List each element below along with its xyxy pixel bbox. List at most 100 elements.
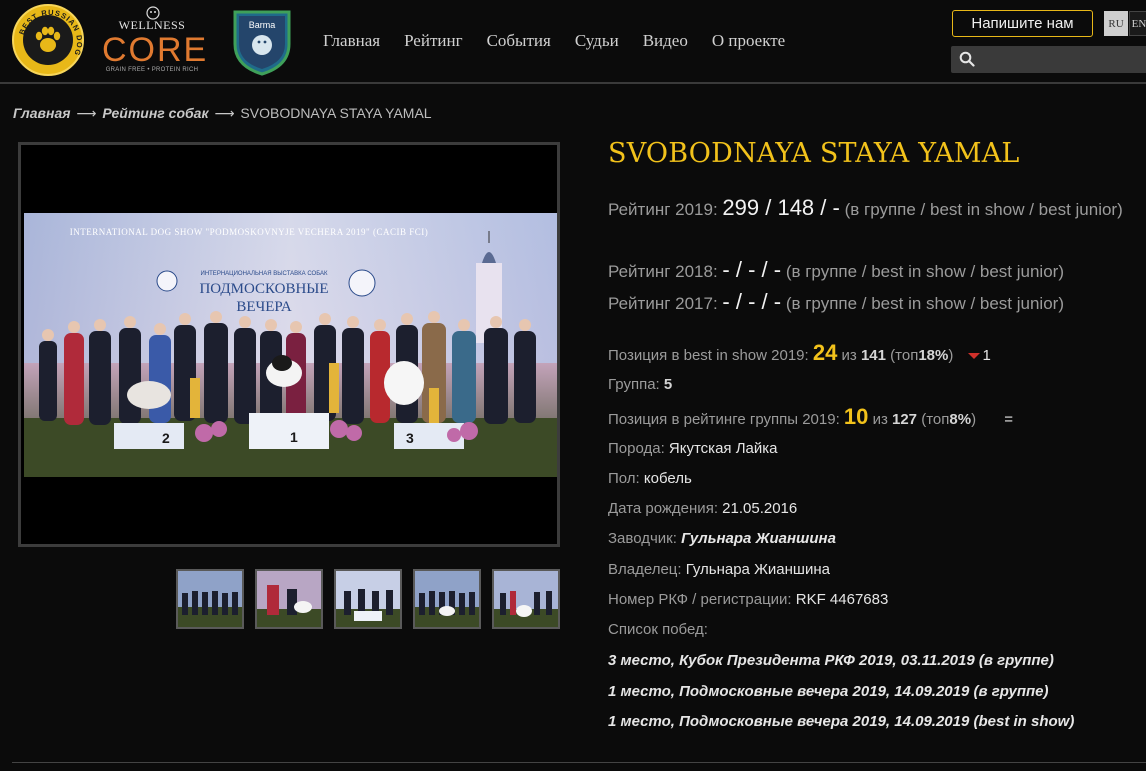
nav-home[interactable]: Главная <box>323 31 380 51</box>
owner-row: Владелец: Гульнара Жианшина <box>608 560 1138 580</box>
contact-button[interactable]: Напишите нам <box>952 10 1093 37</box>
site-header: BEST RUSSIAN DOG WELLNESS CORE GRAIN FRE… <box>0 0 1146 84</box>
main-photo-frame[interactable]: INTERNATIONAL DOG SHOW "PODMOSKOVNYJE VE… <box>18 142 560 547</box>
banner-en-text: INTERNATIONAL DOG SHOW "PODMOSKOVNYJE VE… <box>70 227 428 237</box>
thumbnail[interactable] <box>492 569 560 629</box>
breeder-row: Заводчик: Гульнара Жианшина <box>608 529 1138 549</box>
win-item[interactable]: 3 место, Кубок Президента РКФ 2019, 03.1… <box>608 651 1138 671</box>
bis-top-close: ) <box>948 347 954 364</box>
group-of: из <box>872 411 888 428</box>
bis-position: Позиция в best in show 2019: 24 из 141 (… <box>608 341 1138 368</box>
sex-row: Пол: кобель <box>608 469 1138 489</box>
rank-down-icon <box>967 353 980 360</box>
banner-ru-text-1: ИНТЕРНАЦИОНАЛЬНАЯ ВЫСТАВКА СОБАК <box>201 271 329 277</box>
breadcrumb-rating[interactable]: Рейтинг собак <box>102 105 208 121</box>
breadcrumb: Главная ⟶ Рейтинг собак ⟶ SVOBODNAYA STA… <box>13 105 432 122</box>
rkf-row: Номер РКФ / регистрации: RKF 4467683 <box>608 590 1138 610</box>
rating-suffix: (в группе / best in show / best junior) <box>785 262 1064 281</box>
search-box[interactable] <box>951 46 1146 73</box>
bis-position-value: 24 <box>812 340 838 365</box>
podium-1: 1 <box>290 429 298 445</box>
nav-judges[interactable]: Судьи <box>575 31 619 51</box>
thumbnail[interactable] <box>413 569 481 629</box>
win-item[interactable]: 1 место, Подмосковные вечера 2019, 14.09… <box>608 682 1138 702</box>
lang-en-button[interactable]: EN <box>1129 11 1146 36</box>
group-position-value: 10 <box>843 404 869 429</box>
rating-suffix: (в группе / best in show / best junior) <box>844 200 1123 219</box>
sex-label: Пол: <box>608 470 640 487</box>
photo-thumbnails <box>176 569 560 629</box>
divider <box>12 762 1146 763</box>
group-change: = <box>1004 411 1013 428</box>
bis-change: 1 <box>982 347 991 364</box>
bis-top: 18% <box>918 347 949 364</box>
rating-value: - / - / - <box>722 289 782 314</box>
search-input[interactable] <box>983 46 1143 73</box>
breadcrumb-sep: ⟶ <box>214 105 235 121</box>
best-russian-dog-logo[interactable]: BEST RUSSIAN DOG <box>12 4 84 76</box>
breeder-label: Заводчик: <box>608 530 677 547</box>
wellness-dog-icon <box>146 6 160 20</box>
breeder-value[interactable]: Гульнара Жианшина <box>681 530 836 547</box>
core-text: CORE <box>102 31 209 69</box>
rating-suffix: (в группе / best in show / best junior) <box>785 294 1064 313</box>
owner-label: Владелец: <box>608 561 682 578</box>
owner-value: Гульнара Жианшина <box>685 561 830 578</box>
birth-label: Дата рождения: <box>608 500 718 517</box>
core-subtitle: GRAIN FREE • PROTEIN RICH <box>105 67 199 73</box>
rating-value: 299 / 148 / - <box>722 195 840 220</box>
group-label: Группа: <box>608 376 660 393</box>
group-position: Позиция в рейтинге группы 2019: 10 из 12… <box>608 405 1138 432</box>
breed-value[interactable]: Якутская Лайка <box>669 440 778 457</box>
dog-title: SVOBODNAYA STAYA YAMAL <box>608 138 1020 169</box>
breadcrumb-current: SVOBODNAYA STAYA YAMAL <box>240 105 432 121</box>
rating-label: Рейтинг 2017: <box>608 294 718 313</box>
group-value: 5 <box>663 376 673 393</box>
rkf-value: RKF 4467683 <box>795 591 889 608</box>
breed-label: Порода: <box>608 440 665 457</box>
breadcrumb-sep: ⟶ <box>76 105 97 121</box>
logo-ring-text: BEST RUSSIAN DOG <box>17 8 84 58</box>
breadcrumb-home[interactable]: Главная <box>13 105 71 121</box>
main-nav: Главная Рейтинг События Судьи Видео О пр… <box>323 31 809 51</box>
rkf-label: Номер РКФ / регистрации: <box>608 591 792 608</box>
wellness-core-logo[interactable]: WELLNESS CORE GRAIN FREE • PROTEIN RICH <box>102 4 209 76</box>
thumbnail[interactable] <box>255 569 323 629</box>
rating-value: - / - / - <box>722 257 782 282</box>
bis-position-label: Позиция в best in show 2019: <box>608 347 809 364</box>
lang-ru-button[interactable]: RU <box>1104 11 1128 36</box>
nav-about[interactable]: О проекте <box>712 31 785 51</box>
banner-ru-text-2: ПОДМОСКОВНЫЕ <box>199 281 328 297</box>
group-top-open: (топ <box>921 411 950 428</box>
nav-events[interactable]: События <box>487 31 551 51</box>
group-total: 127 <box>892 411 918 428</box>
bis-total: 141 <box>860 347 886 364</box>
search-icon[interactable] <box>959 51 975 67</box>
group-top: 8% <box>949 411 972 428</box>
wins-label: Список побед: <box>608 621 708 638</box>
thumbnail[interactable] <box>176 569 244 629</box>
group-top-close: ) <box>971 411 977 428</box>
nav-rating[interactable]: Рейтинг <box>404 31 462 51</box>
show-photo: INTERNATIONAL DOG SHOW "PODMOSKOVNYJE VE… <box>24 213 557 477</box>
banner-ru-text-3: ВЕЧЕРА <box>236 299 292 315</box>
rating-2018: Рейтинг 2018: - / - / - (в группе / best… <box>608 254 1138 287</box>
birth-value: 21.05.2016 <box>722 500 798 517</box>
birth-row: Дата рождения: 21.05.2016 <box>608 499 1138 519</box>
group-row: Группа: 5 <box>608 375 1138 395</box>
thumbnail[interactable] <box>334 569 402 629</box>
breed-row: Порода: Якутская Лайка <box>608 439 1138 459</box>
svg-text:BEST RUSSIAN DOG: BEST RUSSIAN DOG <box>17 8 84 58</box>
podium-3: 3 <box>406 430 414 446</box>
bis-top-open: (топ <box>890 347 919 364</box>
win-item[interactable]: 1 место, Подмосковные вечера 2019, 14.09… <box>608 712 1138 732</box>
podium-2: 2 <box>162 430 170 446</box>
nav-video[interactable]: Видео <box>643 31 688 51</box>
bis-of: из <box>841 347 857 364</box>
sex-value: кобель <box>643 470 692 487</box>
rating-label: Рейтинг 2018: <box>608 262 718 281</box>
barma-shield-logo[interactable]: Barma <box>231 4 293 76</box>
rating-2019: Рейтинг 2019: 299 / 148 / - (в группе / … <box>608 192 1138 225</box>
shield-text: Barma <box>249 20 276 30</box>
rating-label: Рейтинг 2019: <box>608 200 718 219</box>
